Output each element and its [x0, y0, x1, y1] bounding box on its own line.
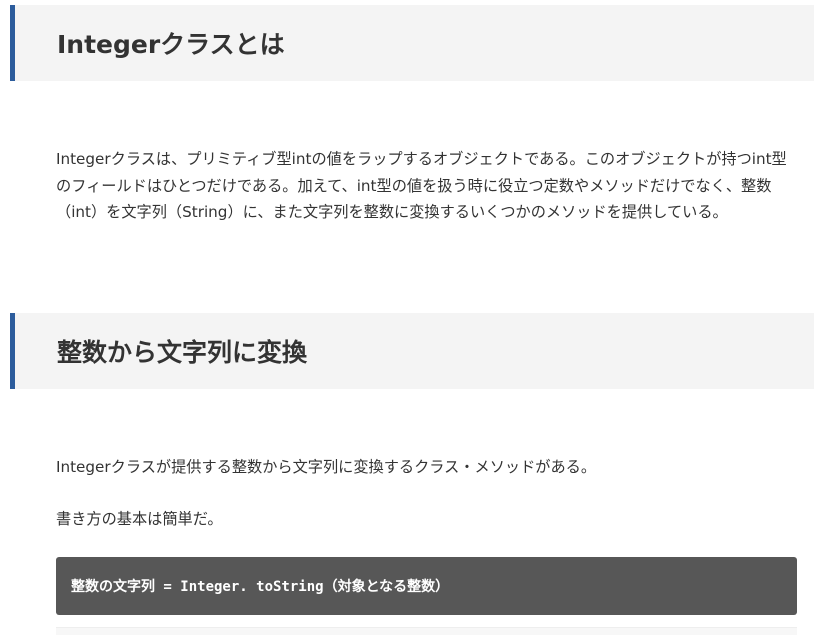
heading-title: Integerクラスとは [57, 30, 285, 59]
conversion-paragraph: Integerクラスが提供する整数から文字列に変換するクラス・メソッドがある。 [56, 458, 597, 476]
heading-title: 整数から文字列に変換 [57, 338, 308, 367]
section-heading-int-to-string: 整数から文字列に変換 [10, 313, 814, 389]
code-block: 整数の文字列 = Integer. toString（対象となる整数） [56, 557, 797, 615]
intro-paragraph: Integerクラスは、プリミティブ型intの値をラップするオブジェクトである。… [56, 150, 787, 221]
basic-usage-paragraph: 書き方の基本は簡単だ。 [56, 510, 223, 528]
section-heading-integer-class: Integerクラスとは [10, 5, 814, 81]
code-snippet: 整数の文字列 = Integer. toString（対象となる整数） [71, 579, 450, 595]
code-block-footer [56, 627, 797, 635]
